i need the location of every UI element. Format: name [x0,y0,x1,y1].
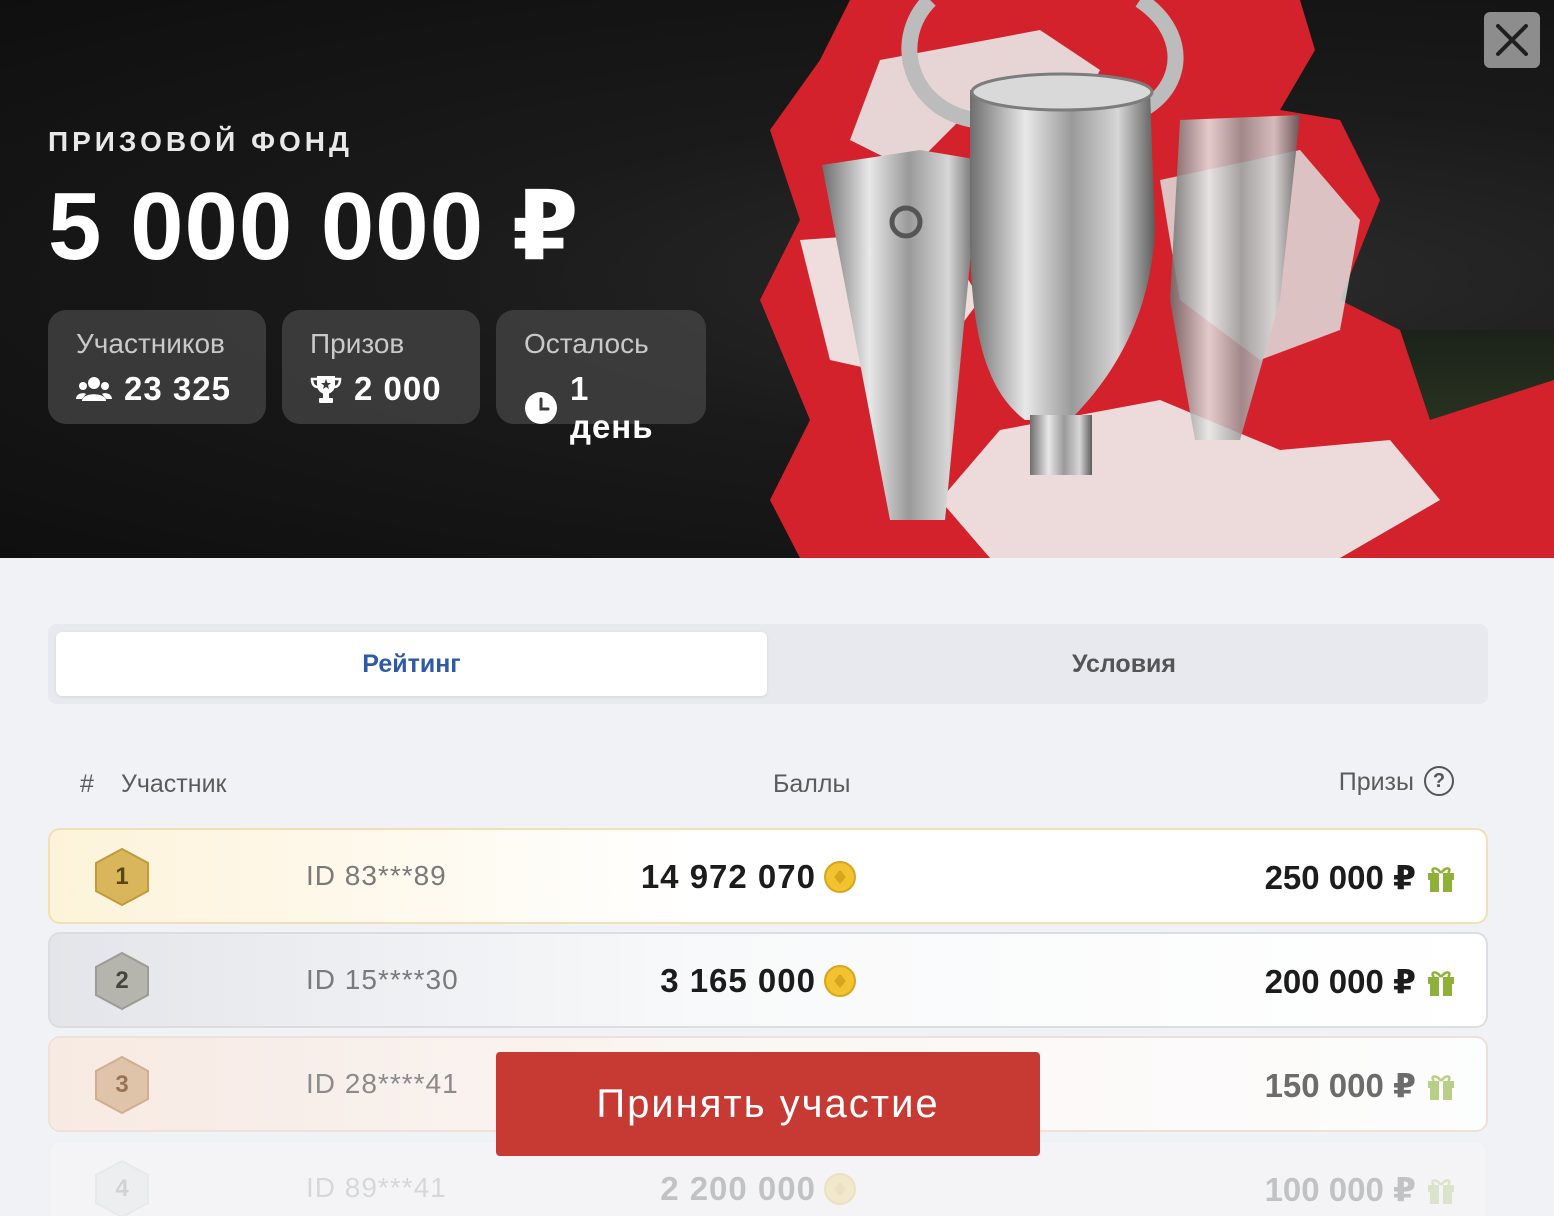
tab-conditions[interactable]: Условия [768,632,1480,696]
points-value: 14 972 070 [640,858,816,895]
points-cell: 14 972 070 [641,858,856,896]
prize-fund-amount: 5 000 000 ₽ [48,173,580,280]
header-prizes-label: Призы [1338,768,1414,796]
prize-cell: 250 000 ₽ [1265,858,1456,897]
gift-icon [1428,970,1454,996]
table-row[interactable]: 1 ID 83***89 14 972 070 250 000 ₽ [48,828,1488,924]
tabs-bar: Рейтинг Условия [48,624,1488,704]
gift-icon [1428,1074,1454,1100]
rank-number: 1 [115,863,129,890]
stat-participants: Участников 23 325 [48,310,266,424]
points-value: 3 165 000 [660,962,816,999]
header-hash: # [80,770,94,798]
points-cell: 3 165 000 [660,962,856,1000]
help-icon[interactable]: ? [1424,766,1454,797]
participant-id: ID 28****41 [306,1068,459,1099]
header-participant: Участник [121,770,227,798]
participant-id: ID 83***89 [306,860,447,891]
rank-number: 3 [115,1071,129,1098]
rank-badge: 4 [94,1159,150,1216]
stat-title: Призов [310,328,405,359]
coin-icon [824,861,856,893]
rank-badge: 2 [94,951,150,1011]
stat-time-left: Осталось 1 день [496,310,706,445]
stat-value: 1 день [570,370,654,445]
table-row[interactable]: 2 ID 15****30 3 165 000 200 000 ₽ [48,932,1488,1028]
tab-rating[interactable]: Рейтинг [56,632,767,696]
prize-value: 100 000 ₽ [1264,1171,1416,1208]
points-cell: 2 200 000 [660,1170,856,1208]
users-icon [76,377,112,401]
stat-title: Участников [76,328,225,359]
points-value: 2 200 000 [660,1170,816,1207]
stats-bar: Участников 23 325 Призов 2 000 Осталось … [48,310,706,445]
hero-banner: ПРИЗОВОЙ ФОНД 5 000 000 ₽ Участников 23 … [0,0,1554,558]
gift-icon [1428,1178,1454,1204]
rank-number: 2 [115,967,129,994]
trophies-illustration [760,0,1554,558]
prize-cell: 100 000 ₽ [1265,1170,1456,1209]
close-button[interactable] [1484,12,1540,68]
rank-number: 4 [115,1175,129,1202]
clock-icon [525,392,557,424]
prize-value: 250 000 ₽ [1264,859,1416,896]
table-header: # Участник Баллы Призы? [48,766,1488,802]
stat-prizes: Призов 2 000 [282,310,480,424]
prize-fund-label: ПРИЗОВОЙ ФОНД [48,126,353,157]
participant-id: ID 15****30 [306,964,459,995]
close-icon [1496,24,1528,56]
coin-icon [824,965,856,997]
prize-value: 200 000 ₽ [1264,963,1416,1000]
prize-value: 150 000 ₽ [1264,1067,1416,1104]
stat-value: 23 325 [124,370,231,407]
header-prizes: Призы? [1338,766,1454,798]
rank-badge: 3 [94,1055,150,1115]
gift-icon [1428,866,1454,892]
rank-badge: 1 [94,847,150,907]
stat-value: 2 000 [354,370,442,407]
participant-id: ID 89***41 [306,1172,447,1203]
header-points: Баллы [773,770,851,798]
stat-title: Осталось [524,328,649,359]
prize-cell: 150 000 ₽ [1265,1066,1456,1105]
join-button[interactable]: Принять участие [496,1052,1040,1156]
prize-cell: 200 000 ₽ [1265,962,1456,1001]
trophy-icon [310,376,342,403]
coin-icon [824,1173,856,1205]
